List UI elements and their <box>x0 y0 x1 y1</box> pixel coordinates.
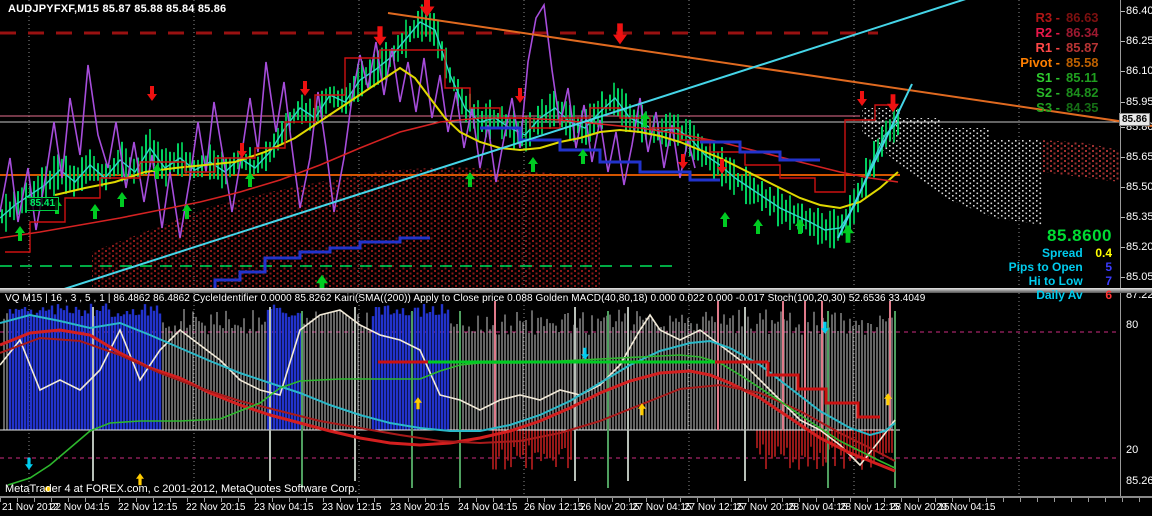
copyright-text: MetaTrader 4 at FOREX.com, c 2001-2012, … <box>5 483 357 495</box>
indicator-chart-canvas[interactable] <box>0 293 1152 497</box>
date-axis-label: 24 Nov 04:15 <box>458 502 518 513</box>
pivot-row: S1 - 85.11 <box>1020 70 1110 85</box>
info-label: Pips to Open <box>1009 260 1086 274</box>
pivot-row: R3 - 86.63 <box>1020 10 1110 25</box>
pivot-value: 84.35 <box>1066 100 1110 115</box>
pivot-label: R1 - <box>1035 40 1060 55</box>
indicator-values-header: VQ M15 | 16 , 3 , 5 , 1 | 86.4862 86.486… <box>5 293 925 304</box>
pivot-label: S1 - <box>1036 70 1060 85</box>
cyan-down-arrow-icon <box>25 458 33 470</box>
pivot-value: 85.58 <box>1066 55 1110 70</box>
pivot-label: Pivot - <box>1020 55 1060 70</box>
buy-arrow-icon <box>720 212 730 227</box>
date-axis-label: 27 Nov 04:15 <box>632 502 692 513</box>
date-axis-label: 29 Nov 04:15 <box>936 502 996 513</box>
pivot-row: S2 - 84.82 <box>1020 85 1110 100</box>
info-row: Hi to Low 7 <box>1009 274 1112 288</box>
info-label: Daily Av <box>1036 288 1086 302</box>
sell-arrow-icon <box>147 86 157 101</box>
date-axis-label: 28 Nov 04:15 <box>788 502 848 513</box>
info-value: 0.4 <box>1086 246 1112 260</box>
info-row: Pips to Open 5 <box>1009 260 1112 274</box>
buy-arrow-icon <box>90 204 100 219</box>
date-axis-label: 23 Nov 04:15 <box>254 502 314 513</box>
info-label: Spread <box>1042 246 1086 260</box>
pivot-row: S3 - 84.35 <box>1020 100 1110 115</box>
date-axis-label: 26 Nov 20:15 <box>580 502 640 513</box>
buy-arrow-icon <box>753 219 763 234</box>
current-price-label: 85.86 <box>1119 113 1150 126</box>
stochastic-level-lines <box>0 332 1120 458</box>
mt4-chart-window: AUDJPYFXF,M15 85.87 85.88 85.84 85.86 86… <box>0 0 1152 516</box>
info-value: 7 <box>1086 274 1112 288</box>
ichimoku-cloud-future-red <box>1042 140 1120 182</box>
cyan-down-arrow-icon <box>581 348 589 360</box>
info-row: Spread 0.4 <box>1009 246 1112 260</box>
pivot-label: R3 - <box>1035 10 1060 25</box>
pivot-value: 86.34 <box>1066 25 1110 40</box>
date-axis-label: 22 Nov 20:15 <box>186 502 246 513</box>
current-bid-price: 85.8600 <box>1009 226 1112 246</box>
sell-arrow-icon <box>857 91 867 106</box>
info-row: Daily Av 6 <box>1009 288 1112 302</box>
date-axis-label: 23 Nov 12:15 <box>322 502 382 513</box>
pivot-label: S3 - <box>1036 100 1060 115</box>
pivot-row: R2 - 86.34 <box>1020 25 1110 40</box>
pivot-row: Pivot - 85.58 <box>1020 55 1110 70</box>
chart-symbol-title: AUDJPYFXF,M15 85.87 85.88 85.84 85.86 <box>8 3 226 15</box>
pivot-value: 84.82 <box>1066 85 1110 100</box>
pivot-value: 86.63 <box>1066 10 1110 25</box>
buy-arrow-icon <box>117 192 127 207</box>
pivot-value: 85.87 <box>1066 40 1110 55</box>
pivot-label: R2 - <box>1035 25 1060 40</box>
buy-arrow-icon <box>795 219 805 234</box>
info-value: 5 <box>1086 260 1112 274</box>
date-axis-label: 27 Nov 12:15 <box>684 502 744 513</box>
date-axis-label: 27 Nov 20:15 <box>736 502 796 513</box>
date-axis[interactable]: 21 Nov 201222 Nov 04:1522 Nov 12:1522 No… <box>0 498 1152 516</box>
price-flag-label: 85.41 <box>26 197 59 211</box>
market-info-panel: 85.8600 Spread 0.4Pips to Open 5Hi to Lo… <box>1009 226 1112 302</box>
sell-arrow-icon <box>300 81 310 96</box>
info-value: 6 <box>1086 288 1112 302</box>
pivot-row: R1 - 85.87 <box>1020 40 1110 55</box>
buy-arrow-icon <box>528 157 538 172</box>
pivot-levels-panel: R3 -86.63R2 -86.34R1 -85.87Pivot -85.58S… <box>1020 10 1110 115</box>
pivot-value: 85.11 <box>1066 70 1110 85</box>
date-axis-label: 22 Nov 04:15 <box>50 502 110 513</box>
date-axis-label: 22 Nov 12:15 <box>118 502 178 513</box>
info-label: Hi to Low <box>1029 274 1086 288</box>
sell-arrow-icon <box>678 154 688 169</box>
date-axis-label: 26 Nov 12:15 <box>524 502 584 513</box>
main-chart-canvas[interactable] <box>0 0 1152 288</box>
buy-arrow-icon <box>15 226 25 241</box>
pivot-label: S2 - <box>1036 85 1060 100</box>
date-axis-label: 23 Nov 20:15 <box>390 502 450 513</box>
